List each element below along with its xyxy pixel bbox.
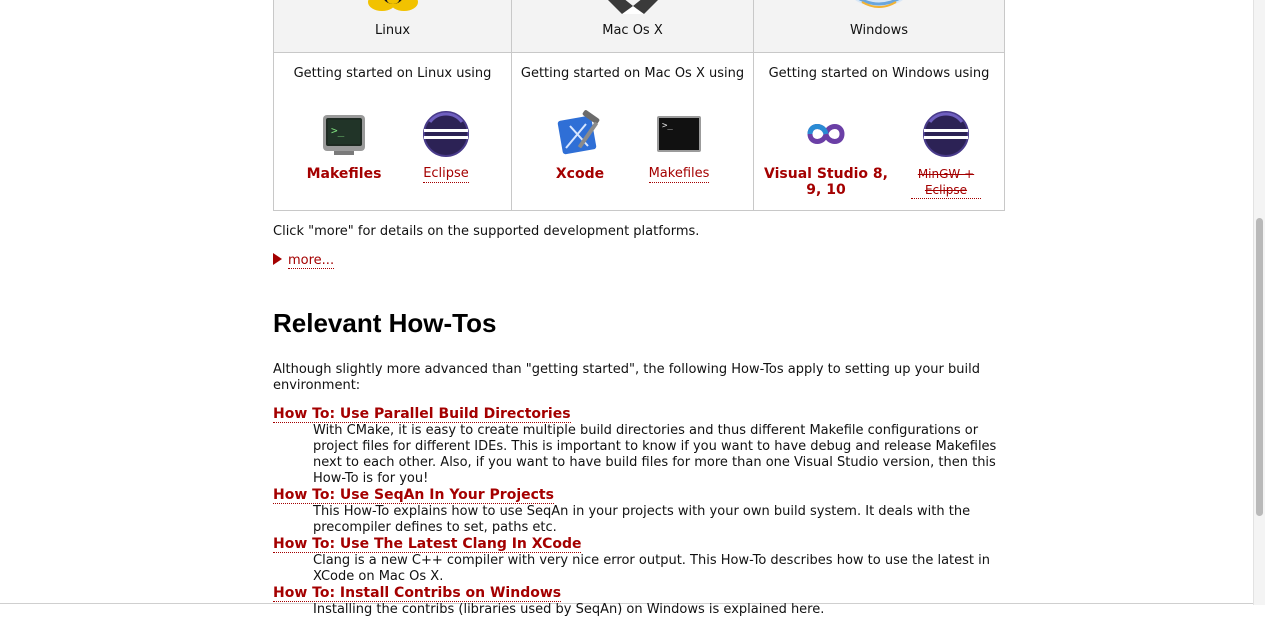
platform-name: Linux — [374, 23, 411, 38]
triangle-right-icon — [273, 253, 282, 265]
howto-link[interactable]: How To: Use The Latest Clang In XCode — [273, 536, 582, 553]
getting-started-text: Getting started on Windows using — [768, 66, 990, 81]
eclipse-icon — [923, 111, 969, 157]
tool-linux-makefiles[interactable]: >_ Makefiles — [294, 110, 394, 182]
section-intro: Although slightly more advanced than "ge… — [273, 362, 980, 393]
eclipse-icon — [423, 111, 469, 157]
howto-list: How To: Use Parallel Build Directories W… — [273, 406, 1004, 618]
howto-description: Clang is a new C++ compiler with very ni… — [313, 553, 990, 584]
platform-header-macos: Mac Os X — [511, 0, 754, 53]
getting-started-text: Getting started on Mac Os X using — [520, 66, 745, 81]
howto-item: How To: Use The Latest Clang In XCode Cl… — [273, 536, 1004, 585]
howto-description: With CMake, it is easy to create multipl… — [313, 423, 997, 486]
tool-mac-makefiles[interactable]: >_ Makefiles — [629, 110, 729, 183]
tool-link[interactable]: Makefiles — [648, 166, 710, 183]
platform-table: Linux Mac Os X Windows Getting started o… — [273, 0, 1005, 211]
terminal-icon: >_ — [657, 116, 701, 152]
svg-text:>_: >_ — [331, 124, 345, 137]
tool-linux-eclipse[interactable]: Eclipse — [396, 110, 496, 183]
tool-windows-visual-studio[interactable]: Visual Studio 8, 9, 10 — [760, 110, 892, 198]
howto-description: Installing the contribs (libraries used … — [313, 602, 825, 617]
tool-link[interactable]: Makefiles — [307, 166, 382, 182]
howto-item: How To: Use SeqAn In Your Projects This … — [273, 487, 1004, 536]
more-link-label[interactable]: more... — [288, 253, 335, 269]
platform-name: Mac Os X — [602, 23, 663, 38]
tool-link[interactable]: Eclipse — [423, 166, 469, 183]
vertical-scrollbar[interactable] — [1253, 0, 1265, 605]
windows-logo-icon — [855, 0, 903, 8]
scrollbar-thumb[interactable] — [1256, 218, 1263, 516]
platform-note: Click "more" for details on the supporte… — [273, 224, 700, 239]
getting-started-text: Getting started on Linux using — [293, 66, 492, 81]
howto-description: This How-To explains how to use SeqAn in… — [313, 504, 971, 535]
howto-link[interactable]: How To: Use Parallel Build Directories — [273, 406, 571, 423]
howto-link[interactable]: How To: Use SeqAn In Your Projects — [273, 487, 554, 504]
platform-body-macos: Getting started on Mac Os X using Xcode — [511, 52, 754, 211]
howto-item: How To: Use Parallel Build Directories W… — [273, 406, 1004, 487]
platform-name: Windows — [849, 23, 909, 38]
tux-logo-icon — [367, 0, 418, 11]
platform-header-windows: Windows — [753, 0, 1005, 53]
tool-link[interactable]: Visual Studio 8, 9, 10 — [760, 166, 892, 198]
platform-body-windows: Getting started on Windows using Visual … — [753, 52, 1005, 211]
more-link[interactable]: more... — [273, 253, 335, 269]
howto-item: How To: Install Contribs on Windows Inst… — [273, 585, 1004, 618]
tool-windows-mingw-eclipse[interactable]: MinGW + Eclipse — [896, 110, 996, 199]
xcode-icon — [557, 110, 600, 155]
mac-os-x-logo-icon — [608, 0, 657, 14]
platform-header-linux: Linux — [273, 0, 512, 53]
visual-studio-icon — [807, 124, 845, 144]
svg-text:>_: >_ — [662, 121, 673, 131]
tool-link[interactable]: MinGW + Eclipse — [911, 166, 981, 199]
howto-link[interactable]: How To: Install Contribs on Windows — [273, 585, 562, 602]
tool-link[interactable]: Xcode — [556, 166, 604, 182]
tool-mac-xcode[interactable]: Xcode — [530, 110, 630, 182]
section-title: Relevant How-Tos — [273, 308, 497, 338]
terminal-icon: >_ — [323, 115, 365, 155]
platform-body-linux: Getting started on Linux using >_ Makefi… — [273, 52, 512, 211]
